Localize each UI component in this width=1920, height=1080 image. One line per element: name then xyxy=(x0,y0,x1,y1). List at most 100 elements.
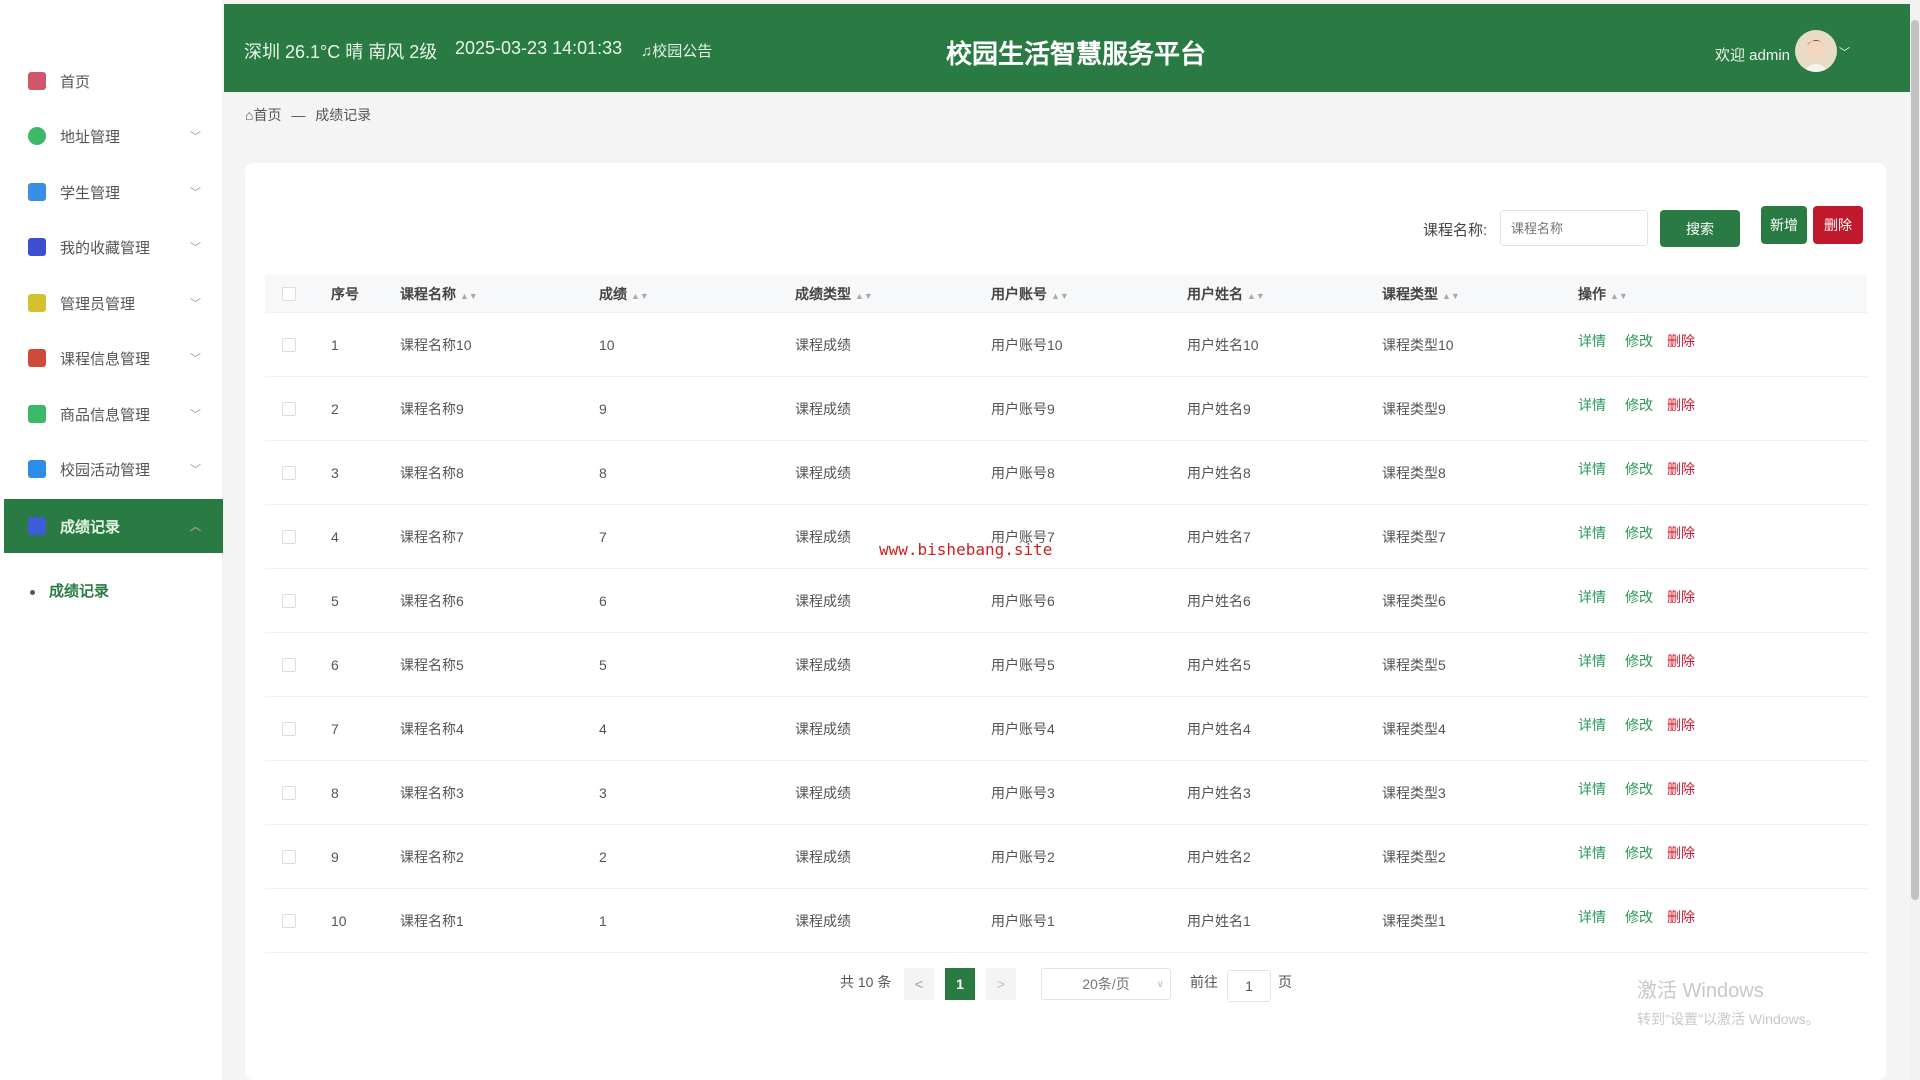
row-checkbox[interactable] xyxy=(282,402,296,416)
edit-link[interactable]: 修改 xyxy=(1625,395,1653,415)
column-header[interactable]: 用户账号 ▲▼ xyxy=(991,284,1069,304)
row-checkbox[interactable] xyxy=(282,530,296,544)
detail-link[interactable]: 详情 xyxy=(1578,651,1606,671)
delete-link[interactable]: 删除 xyxy=(1667,459,1695,479)
goto-label: 前往 xyxy=(1190,972,1218,992)
sort-icon[interactable]: ▲▼ xyxy=(1610,291,1628,301)
row-checkbox[interactable] xyxy=(282,658,296,672)
page-1-button[interactable]: 1 xyxy=(945,968,975,1000)
table-cell: 用户姓名5 xyxy=(1187,655,1251,675)
detail-link[interactable]: 详情 xyxy=(1578,715,1606,735)
edit-link[interactable]: 修改 xyxy=(1625,715,1653,735)
table-cell: 课程类型3 xyxy=(1382,783,1446,803)
scrollbar-thumb[interactable] xyxy=(1911,20,1919,900)
sidebar-item-8[interactable]: 成绩记录︿ xyxy=(4,499,223,553)
table-cell: 课程成绩 xyxy=(795,591,851,611)
row-checkbox[interactable] xyxy=(282,466,296,480)
course-name-search-input[interactable] xyxy=(1500,210,1648,246)
bullet-icon xyxy=(30,590,35,595)
site-watermark: www.bishebang.site xyxy=(879,540,1052,559)
page-size-select[interactable]: 20条/页∨ xyxy=(1041,968,1171,1000)
grade-table: 序号课程名称▲▼成绩▲▼成绩类型▲▼用户账号▲▼用户姓名▲▼课程类型▲▼操作▲▼… xyxy=(265,275,1867,953)
sidebar-subitem-grade-record[interactable]: 成绩记录 xyxy=(30,580,109,601)
detail-link[interactable]: 详情 xyxy=(1578,779,1606,799)
sort-icon[interactable]: ▲▼ xyxy=(1051,291,1069,301)
edit-link[interactable]: 修改 xyxy=(1625,907,1653,927)
subitem-label: 成绩记录 xyxy=(49,583,109,600)
table-cell: 课程名称5 xyxy=(400,655,464,675)
delete-link[interactable]: 删除 xyxy=(1667,395,1695,415)
sort-icon[interactable]: ▲▼ xyxy=(631,291,649,301)
sidebar-item-5[interactable]: 课程信息管理﹀ xyxy=(4,331,223,385)
delete-link[interactable]: 删除 xyxy=(1667,715,1695,735)
table-cell: 课程类型5 xyxy=(1382,655,1446,675)
edit-link[interactable]: 修改 xyxy=(1625,779,1653,799)
column-header[interactable]: 用户姓名▲▼ xyxy=(1187,284,1265,304)
goto-page-input[interactable] xyxy=(1227,970,1271,1002)
detail-link[interactable]: 详情 xyxy=(1578,907,1606,927)
select-all-checkbox[interactable] xyxy=(282,287,296,301)
page-scrollbar[interactable] xyxy=(1910,0,1920,1080)
column-header[interactable]: 课程名称▲▼ xyxy=(400,284,478,304)
sidebar-item-0[interactable]: 首页 xyxy=(4,54,223,108)
table-cell: 3 xyxy=(331,465,339,481)
delete-link[interactable]: 删除 xyxy=(1667,779,1695,799)
table-cell: 课程成绩 xyxy=(795,847,851,867)
breadcrumb-separator: — xyxy=(291,107,305,123)
edit-link[interactable]: 修改 xyxy=(1625,651,1653,671)
delete-link[interactable]: 删除 xyxy=(1667,907,1695,927)
sidebar-item-7[interactable]: 校园活动管理﹀ xyxy=(4,442,223,496)
column-header[interactable]: 操作▲▼ xyxy=(1578,284,1628,304)
detail-link[interactable]: 详情 xyxy=(1578,395,1606,415)
column-header[interactable]: 成绩▲▼ xyxy=(599,284,649,304)
edit-link[interactable]: 修改 xyxy=(1625,843,1653,863)
next-page-button[interactable]: > xyxy=(986,968,1016,1000)
table-cell: 用户账号2 xyxy=(991,847,1055,867)
table-cell: 课程成绩 xyxy=(795,655,851,675)
add-button[interactable]: 新增 xyxy=(1761,206,1807,244)
detail-link[interactable]: 详情 xyxy=(1578,843,1606,863)
sidebar-item-1[interactable]: 地址管理﹀ xyxy=(4,109,223,163)
edit-link[interactable]: 修改 xyxy=(1625,523,1653,543)
search-button[interactable]: 搜索 xyxy=(1660,210,1740,247)
row-checkbox[interactable] xyxy=(282,338,296,352)
edit-link[interactable]: 修改 xyxy=(1625,587,1653,607)
row-checkbox[interactable] xyxy=(282,914,296,928)
sidebar-item-3[interactable]: 我的收藏管理﹀ xyxy=(4,220,223,274)
row-checkbox[interactable] xyxy=(282,850,296,864)
delete-link[interactable]: 删除 xyxy=(1667,331,1695,351)
prev-page-button[interactable]: < xyxy=(904,968,934,1000)
sidebar-item-6[interactable]: 商品信息管理﹀ xyxy=(4,387,223,441)
sort-icon[interactable]: ▲▼ xyxy=(1442,291,1460,301)
column-header[interactable]: 成绩类型▲▼ xyxy=(795,284,873,304)
detail-link[interactable]: 详情 xyxy=(1578,331,1606,351)
column-header[interactable]: 课程类型▲▼ xyxy=(1382,284,1460,304)
table-cell: 7 xyxy=(599,529,607,545)
sort-icon[interactable]: ▲▼ xyxy=(855,291,873,301)
delete-link[interactable]: 删除 xyxy=(1667,587,1695,607)
table-cell: 4 xyxy=(331,529,339,545)
breadcrumb-home[interactable]: ⌂首页 xyxy=(245,107,281,123)
sort-icon[interactable]: ▲▼ xyxy=(460,291,478,301)
table-cell: 10 xyxy=(599,337,615,353)
column-header-label: 用户账号 xyxy=(991,286,1047,302)
detail-link[interactable]: 详情 xyxy=(1578,523,1606,543)
table-cell: 用户姓名4 xyxy=(1187,719,1251,739)
row-checkbox[interactable] xyxy=(282,786,296,800)
delete-link[interactable]: 删除 xyxy=(1667,523,1695,543)
detail-link[interactable]: 详情 xyxy=(1578,587,1606,607)
sort-icon[interactable]: ▲▼ xyxy=(1247,291,1265,301)
batch-delete-button[interactable]: 删除 xyxy=(1813,206,1863,244)
page-size-value: 20条/页 xyxy=(1082,974,1129,994)
delete-link[interactable]: 删除 xyxy=(1667,651,1695,671)
edit-link[interactable]: 修改 xyxy=(1625,459,1653,479)
delete-link[interactable]: 删除 xyxy=(1667,843,1695,863)
edit-link[interactable]: 修改 xyxy=(1625,331,1653,351)
sidebar-item-2[interactable]: 学生管理﹀ xyxy=(4,165,223,219)
chevron-down-icon[interactable]: ﹀ xyxy=(1839,44,1850,60)
avatar[interactable] xyxy=(1795,30,1837,72)
detail-link[interactable]: 详情 xyxy=(1578,459,1606,479)
sidebar-item-4[interactable]: 管理员管理﹀ xyxy=(4,276,223,330)
row-checkbox[interactable] xyxy=(282,594,296,608)
row-checkbox[interactable] xyxy=(282,722,296,736)
